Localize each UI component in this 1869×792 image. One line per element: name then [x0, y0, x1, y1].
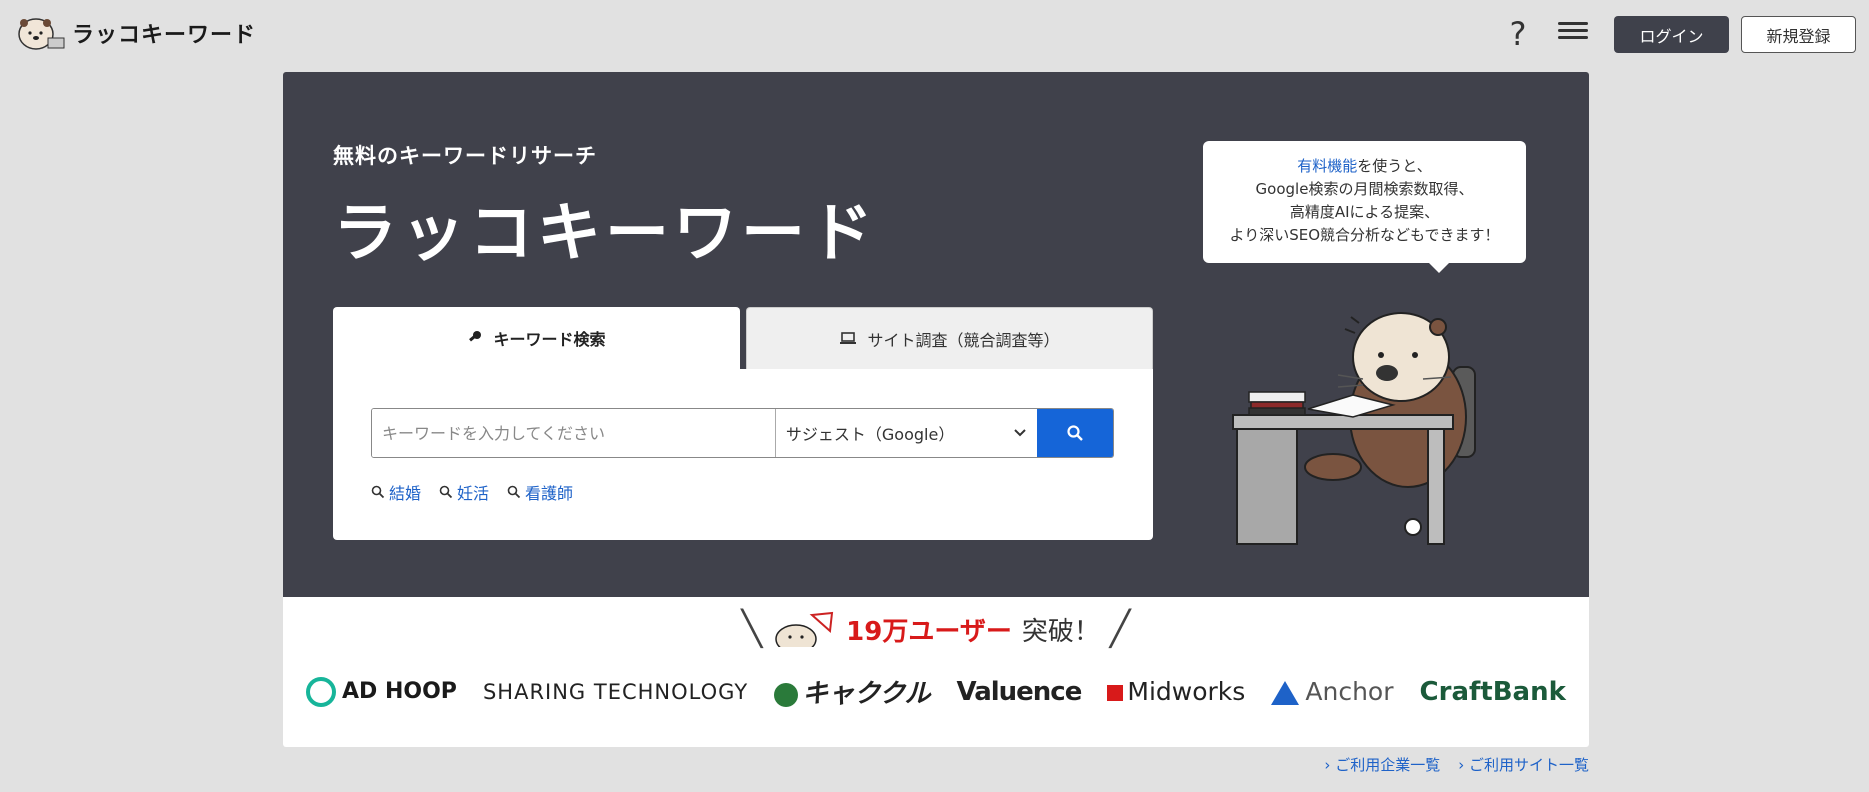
suggestion-label: 結婚 — [389, 484, 422, 503]
suggestion-link[interactable]: 結婚 — [371, 480, 421, 504]
client-logo: CraftBank — [1419, 676, 1566, 707]
bubble-line1-rest: を使うと、 — [1357, 157, 1432, 175]
laptop-icon — [840, 331, 857, 344]
users-headline: ╲ 19万ユーザー 突破！ ╱ — [283, 609, 1589, 649]
tab-keyword-label: キーワード検索 — [493, 330, 606, 349]
hero-subtitle: 無料のキーワードリサーチ — [333, 144, 597, 168]
site-logo[interactable]: ラッコキーワード — [14, 14, 256, 52]
user-count-suffix: 突破！ — [1021, 616, 1100, 647]
keyword-input[interactable] — [372, 409, 776, 457]
search-mode-select[interactable]: サジェスト（Google） — [776, 409, 1037, 457]
hamburger-menu-icon[interactable] — [1558, 18, 1588, 48]
client-logo: SHARING TECHNOLOGY — [482, 679, 749, 704]
bubble-line3: 高精度AIによる提案、 — [1289, 203, 1440, 221]
hero-section: 無料のキーワードリサーチ ラッコキーワード 有料機能を使うと、 Google検索… — [283, 72, 1589, 597]
decor-slash-left: ╲ — [741, 609, 763, 649]
site-list-link[interactable]: › ご利用サイト一覧 — [1458, 754, 1589, 775]
login-button[interactable]: ログイン — [1614, 16, 1729, 53]
help-icon[interactable]: ? — [1502, 14, 1534, 54]
otter-desk-illustration-icon — [1232, 312, 1476, 545]
register-button[interactable]: 新規登録 — [1741, 16, 1856, 53]
suggestion-label: 妊活 — [457, 484, 490, 503]
suggestion-link[interactable]: 看護師 — [507, 480, 573, 504]
bubble-line4: より深いSEO競合分析などもできます！ — [1229, 226, 1500, 244]
footer-links: › ご利用企業一覧 › ご利用サイト一覧 — [1324, 754, 1589, 775]
chevron-down-icon — [1014, 429, 1026, 437]
client-logo: Midworks — [1107, 677, 1245, 706]
search-bar: サジェスト（Google） — [371, 408, 1114, 458]
company-list-link[interactable]: › ご利用企業一覧 — [1324, 754, 1440, 775]
otter-logo-icon — [18, 18, 65, 50]
suggestion-label: 看護師 — [525, 484, 574, 503]
tab-site-research[interactable]: サイト調査（競合調査等） — [746, 307, 1153, 369]
key-icon — [469, 331, 482, 342]
search-mode-value: サジェスト（Google） — [785, 425, 955, 444]
logo-text: ラッコキーワード — [72, 23, 257, 48]
tab-keyword-search[interactable]: キーワード検索 — [333, 307, 740, 369]
search-icon — [439, 485, 453, 499]
tab-site-label: サイト調査（競合調査等） — [867, 330, 1060, 350]
decor-slash-right: ╱ — [1109, 609, 1131, 649]
paid-features-link[interactable]: 有料機能 — [1297, 157, 1357, 175]
search-button[interactable] — [1037, 409, 1113, 457]
user-count: 19万ユーザー — [846, 616, 1012, 647]
client-logo: Anchor — [1271, 677, 1394, 706]
client-logo: AD HOOP — [306, 676, 457, 707]
users-band: ╲ 19万ユーザー 突破！ ╱ AD HOOP SHARING TECHNOLO… — [283, 597, 1589, 747]
client-logo: キャククル — [774, 673, 930, 710]
client-logos: AD HOOP SHARING TECHNOLOGY キャククル Valuenc… — [283, 673, 1589, 710]
client-logo: Valuence — [956, 676, 1083, 707]
search-icon — [1067, 425, 1083, 441]
hero-title: ラッコキーワード — [333, 197, 877, 271]
otter-fan-icon — [775, 611, 834, 647]
search-icon — [507, 485, 521, 499]
bubble-line2: Google検索の月間検索数取得、 — [1255, 180, 1474, 198]
suggestion-links: 結婚 妊活 看護師 — [371, 480, 573, 504]
suggestion-link[interactable]: 妊活 — [439, 480, 489, 504]
speech-bubble: 有料機能を使うと、 Google検索の月間検索数取得、 高精度AIによる提案、 … — [1203, 141, 1526, 273]
search-panel: サジェスト（Google） 結婚 妊活 — [333, 369, 1153, 540]
search-icon — [371, 485, 385, 499]
